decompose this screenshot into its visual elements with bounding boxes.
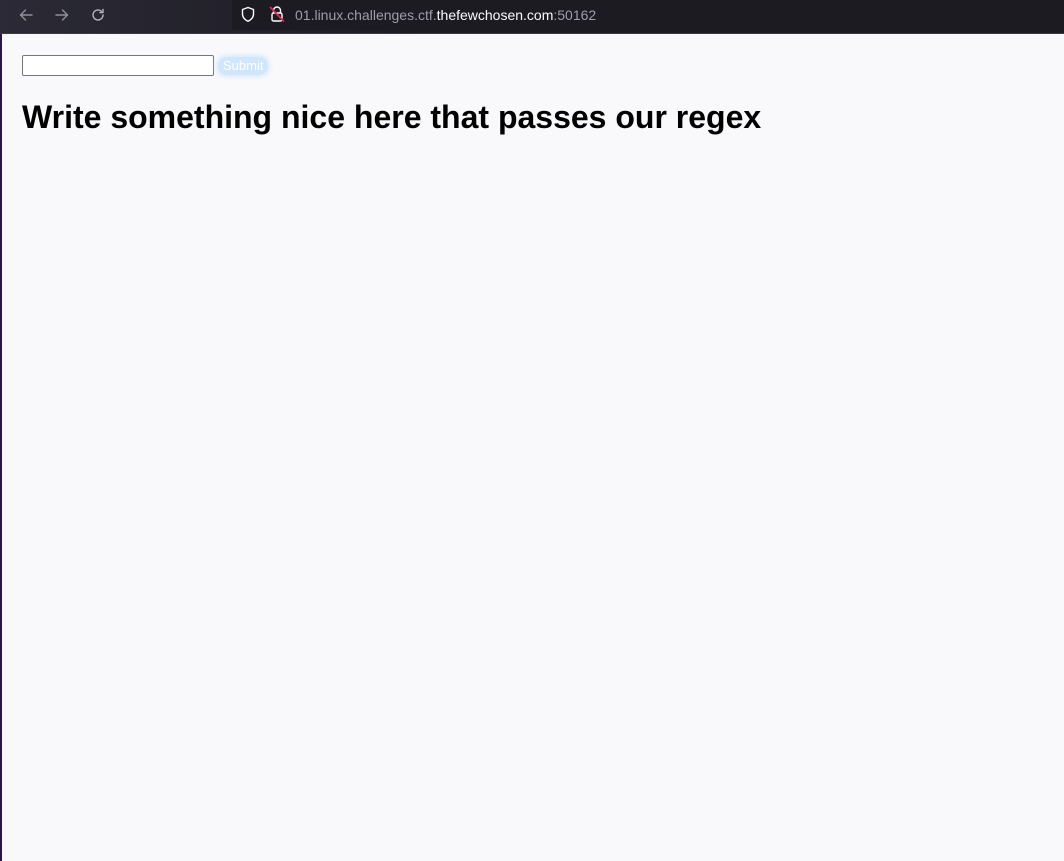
- url-port: :50162: [553, 7, 597, 23]
- browser-toolbar: 01.linux.challenges.ctf.thefewchosen.com…: [0, 0, 1064, 34]
- url-text[interactable]: 01.linux.challenges.ctf.thefewchosen.com…: [295, 7, 596, 23]
- reload-icon: [92, 8, 104, 21]
- page-content: Submit Write something nice here that pa…: [2, 35, 1064, 861]
- url-domain: thefewchosen.com: [436, 7, 554, 23]
- arrow-right-icon: [55, 9, 69, 21]
- shield-icon[interactable]: [240, 6, 256, 28]
- insecure-lock-icon[interactable]: [268, 5, 286, 28]
- page-heading: Write something nice here that passes ou…: [22, 99, 762, 135]
- submit-button[interactable]: Submit: [218, 56, 269, 75]
- back-button[interactable]: [13, 4, 39, 26]
- url-bar[interactable]: 01.linux.challenges.ctf.thefewchosen.com…: [232, 0, 1064, 30]
- forward-button[interactable]: [49, 4, 75, 26]
- regex-form: Submit: [22, 55, 269, 76]
- arrow-left-icon: [19, 9, 33, 21]
- reload-button[interactable]: [85, 4, 111, 26]
- url-prefix: 01.linux.challenges.ctf.: [295, 7, 437, 23]
- text-input[interactable]: [22, 55, 214, 76]
